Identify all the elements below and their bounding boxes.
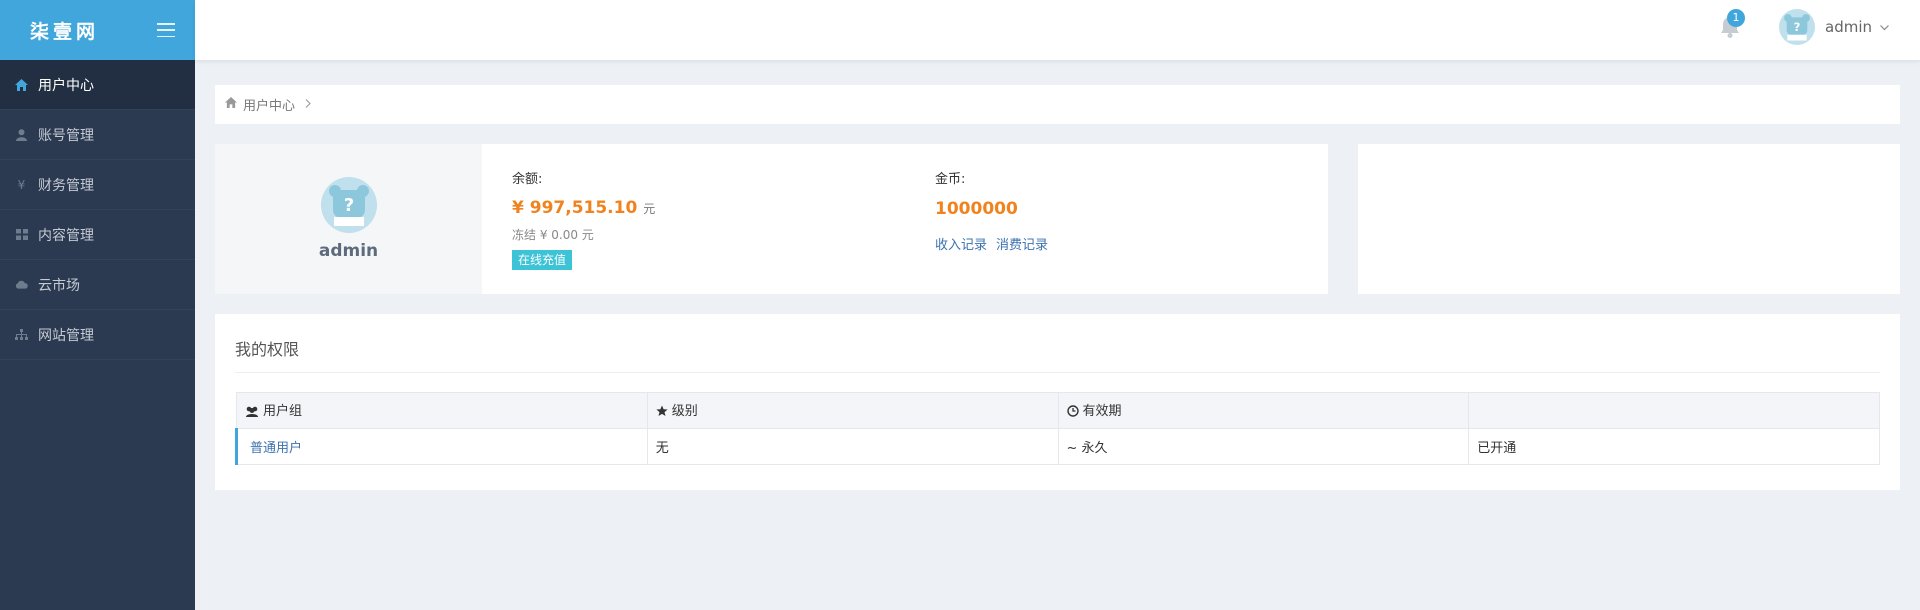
users-icon [245, 406, 259, 421]
permissions-panel: 我的权限 用户组 级别 有效期 普通用户 无 ~ 永久 已开通 [215, 314, 1900, 490]
sidebar-item-account[interactable]: 账号管理 [0, 110, 195, 160]
sidebar-item-label: 财务管理 [38, 177, 94, 194]
balance-label: 余额: [512, 172, 543, 187]
sidebar-item-label: 账号管理 [38, 127, 94, 144]
cell-status: 已开通 [1468, 428, 1880, 465]
coin-links: 收入记录 消费记录 [935, 234, 1057, 253]
side-panel [1358, 144, 1900, 294]
user-menu[interactable]: ? admin [1779, 9, 1889, 45]
star-icon [656, 405, 668, 421]
home-icon[interactable] [225, 97, 237, 112]
cell-level: 无 [646, 428, 1059, 465]
breadcrumb: 用户中心 [215, 85, 1900, 124]
sidebar: 柒壹网 用户中心 账号管理 ¥ 财务管理 内容管理 云市场 网站管理 [0, 0, 195, 610]
cell-user-group[interactable]: 普通用户 [235, 428, 648, 465]
username[interactable]: admin [1825, 18, 1872, 36]
permissions-title: 我的权限 [235, 340, 300, 359]
sidebar-item-finance[interactable]: ¥ 财务管理 [0, 160, 195, 210]
column-header-user-group: 用户组 [236, 392, 648, 429]
chevron-down-icon[interactable] [1880, 19, 1889, 35]
coin-label: 金币: [935, 172, 966, 187]
profile-name: admin [318, 241, 379, 261]
sidebar-item-label: 内容管理 [38, 227, 94, 244]
clock-icon [1066, 405, 1079, 421]
avatar: ? [320, 177, 377, 233]
header-label: 有效期 [1082, 404, 1122, 419]
column-header-level: 级别 [646, 392, 1059, 429]
permissions-table: 用户组 级别 有效期 普通用户 无 ~ 永久 已开通 [235, 392, 1880, 465]
header-label: 级别 [671, 404, 698, 419]
brand-bar: 柒壹网 [0, 0, 195, 60]
svg-text:?: ? [1794, 20, 1801, 34]
recharge-button[interactable]: 在线充值 [512, 250, 573, 270]
table-header-row: 用户组 级别 有效期 [236, 392, 1880, 429]
menu-toggle-icon[interactable] [157, 23, 175, 37]
sidebar-item-user-center[interactable]: 用户中心 [0, 60, 195, 110]
table-row: 普通用户 无 ~ 永久 已开通 [235, 428, 1880, 465]
home-icon [15, 78, 28, 91]
sidebar-item-site-manage[interactable]: 网站管理 [0, 310, 195, 360]
income-record-link[interactable]: 收入记录 [935, 238, 987, 253]
sidebar-menu: 用户中心 账号管理 ¥ 财务管理 内容管理 云市场 网站管理 [0, 60, 195, 360]
coin-value: 1000000 [935, 199, 1018, 219]
balance-unit: 元 [643, 202, 656, 216]
breadcrumb-current[interactable]: 用户中心 [243, 95, 295, 114]
grid-icon [15, 228, 28, 241]
column-header-validity: 有效期 [1057, 392, 1470, 429]
balance-amount: ¥ 997,515.10 [512, 198, 638, 218]
svg-text:?: ? [343, 195, 353, 216]
sidebar-item-label: 云市场 [38, 277, 80, 294]
sidebar-item-label: 网站管理 [38, 327, 94, 344]
top-bar: 1 ? admin [195, 0, 1920, 60]
sidebar-item-content[interactable]: 内容管理 [0, 210, 195, 260]
expense-record-link[interactable]: 消费记录 [996, 238, 1048, 253]
chevron-right-icon [305, 97, 311, 112]
cloud-icon [15, 278, 28, 291]
divider [235, 372, 1880, 373]
notification-badge[interactable]: 1 [1727, 9, 1745, 27]
sidebar-item-label: 用户中心 [38, 77, 94, 94]
cell-validity: ~ 永久 [1057, 428, 1470, 465]
sidebar-item-cloud-market[interactable]: 云市场 [0, 260, 195, 310]
header-label: 用户组 [263, 404, 303, 419]
user-icon [15, 128, 28, 141]
frozen-balance: 冻结 ¥ 0.00 元 [512, 228, 594, 242]
brand-logo[interactable]: 柒壹网 [30, 17, 99, 44]
profile-card: ? admin 余额: ¥ 997,515.10 元 冻结 ¥ 0.00 元 在线… [215, 144, 1328, 294]
profile-summary: ? admin [215, 144, 482, 294]
column-header-status [1468, 392, 1880, 429]
balance-value: ¥ 997,515.10 元 [512, 198, 655, 218]
yen-icon: ¥ [17, 177, 26, 192]
avatar[interactable]: ? [1779, 9, 1815, 45]
sitemap-icon [15, 328, 28, 341]
